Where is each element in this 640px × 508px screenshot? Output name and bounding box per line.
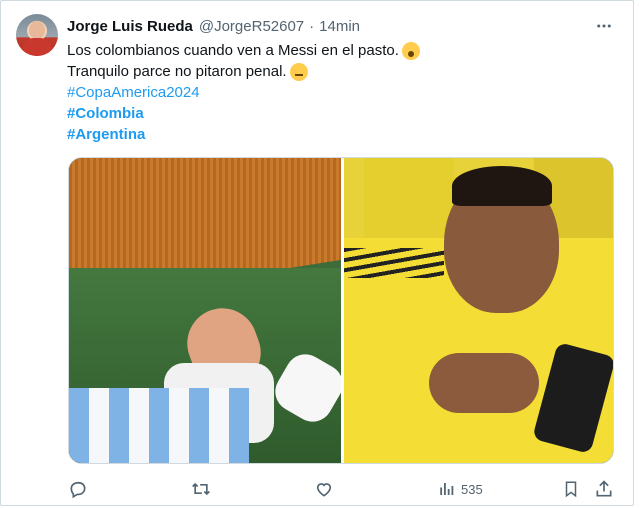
more-horizontal-icon [597,24,611,28]
text-line-2-content: Tranquilo parce no pitaron penal. [67,63,287,80]
hashtag-colombia[interactable]: #Colombia [67,103,144,124]
reply-icon [70,481,86,499]
sad-sweat-face-emoji [289,62,308,81]
share-icon [596,480,612,497]
author-name[interactable]: Jorge Luis Rueda [67,18,193,35]
jersey-stripes [344,248,444,278]
separator-dot: · [309,17,315,35]
hashtag-copaamerica2024[interactable]: #CopaAmerica2024 [67,82,200,103]
text-line-1: Los colombianos cuando ven a Messi en el… [67,40,420,61]
hashtag-line-2: #Colombia [67,103,420,124]
text-line-1-content: Los colombianos cuando ven a Messi en el… [67,42,399,59]
views-icon [440,483,454,495]
hashtag-line-1: #CopaAmerica2024 [67,82,420,103]
media-grid[interactable] [68,157,614,464]
avatar-body [22,38,52,56]
player-shirt [69,388,249,463]
post-time[interactable]: 14min [319,18,360,35]
bookmark-button[interactable] [562,477,580,501]
post-text: Los colombianos cuando ven a Messi en el… [67,40,420,145]
reply-button[interactable] [68,477,88,501]
heart-icon [316,483,332,497]
action-bar: 535 [68,477,616,501]
text-line-2: Tranquilo parce no pitaron penal. [67,61,420,82]
views-count: 535 [461,481,483,497]
post-header: Jorge Luis Rueda @JorgeR52607 · 14min [67,16,360,36]
share-button[interactable] [594,477,614,501]
views-button[interactable]: 535 [438,477,483,501]
like-button[interactable] [314,477,334,501]
author-handle[interactable]: @JorgeR52607 [199,18,304,35]
shocked-face-emoji [401,41,420,60]
avatar-head [29,21,45,39]
media-image-left[interactable] [69,158,341,463]
bookmark-icon [565,481,577,498]
media-image-right[interactable] [344,158,613,463]
hashtag-argentina[interactable]: #Argentina [67,124,145,145]
hand-on-chest [429,353,539,413]
hair [452,166,552,206]
avatar[interactable] [16,14,58,56]
repost-icon [192,482,210,496]
hashtag-line-3: #Argentina [67,124,420,145]
repost-button[interactable] [190,477,212,501]
more-options-button[interactable] [594,16,614,36]
